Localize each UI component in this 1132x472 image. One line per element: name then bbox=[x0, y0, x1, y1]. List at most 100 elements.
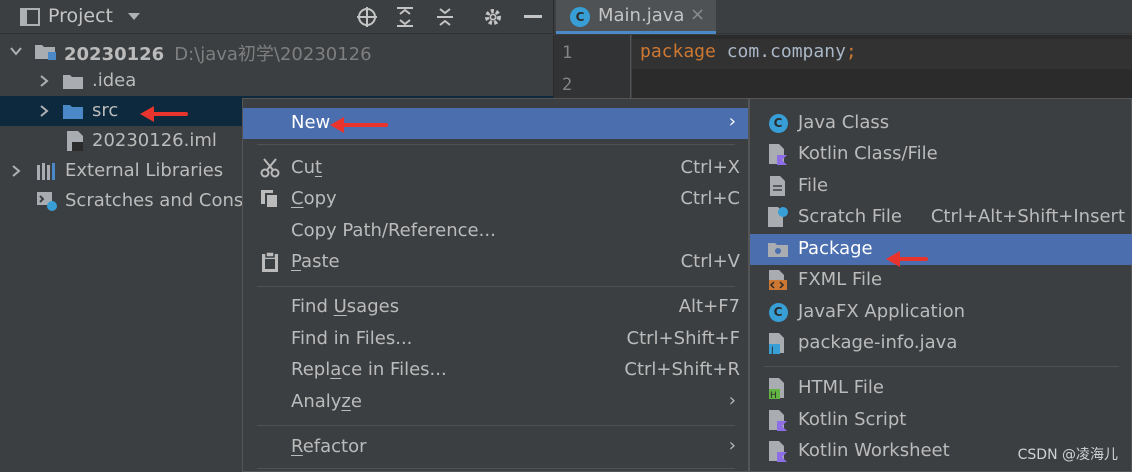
tab-main-java[interactable]: C Main.java × bbox=[556, 0, 716, 34]
kotlin-worksheet-icon bbox=[767, 440, 789, 462]
menu-label-rest: ce in Files... bbox=[341, 359, 447, 380]
menu-label: Find bbox=[291, 296, 334, 317]
chevron-right-icon[interactable] bbox=[36, 66, 52, 96]
menu-separator bbox=[257, 144, 735, 145]
menu-item-find-usages[interactable]: Find Usages Alt+F7 bbox=[243, 292, 748, 323]
menu-separator bbox=[257, 468, 735, 469]
chevron-right-icon[interactable] bbox=[8, 156, 24, 186]
package-name: com.company bbox=[715, 41, 846, 62]
gear-icon[interactable] bbox=[480, 4, 506, 30]
menu-item-refactor[interactable]: Refactor › bbox=[243, 432, 748, 463]
annotation-arrow bbox=[886, 251, 928, 267]
tree-item-label: 20230126.iml bbox=[92, 130, 217, 151]
menu-separator bbox=[257, 425, 735, 426]
java-class-glyph: C bbox=[768, 302, 788, 322]
source-folder-icon bbox=[62, 96, 84, 126]
menu-label: Analy bbox=[291, 391, 342, 412]
code-line[interactable]: package com.company; bbox=[640, 41, 857, 62]
scratch-file-icon bbox=[767, 206, 789, 228]
chevron-down-icon[interactable] bbox=[8, 36, 24, 66]
submenu-label: Kotlin Script bbox=[798, 409, 907, 430]
html-file-icon: H bbox=[767, 377, 789, 399]
menu-label: efactor bbox=[302, 436, 367, 457]
submenu-arrow-icon: › bbox=[728, 111, 736, 132]
menu-item-paste[interactable]: Paste Ctrl+V bbox=[243, 247, 748, 278]
mnemonic: U bbox=[333, 296, 347, 317]
collapse-all-icon[interactable] bbox=[432, 4, 458, 30]
submenu-arrow-icon: › bbox=[728, 390, 736, 411]
minimize-icon[interactable] bbox=[520, 4, 546, 30]
submenu-label: Java Class bbox=[798, 112, 890, 133]
menu-label: Repl bbox=[291, 359, 331, 380]
svg-text:H: H bbox=[770, 391, 777, 399]
submenu-label: HTML File bbox=[798, 377, 884, 398]
folder-icon bbox=[62, 66, 84, 96]
keyword-package: package bbox=[640, 41, 716, 62]
menu-separator bbox=[257, 286, 735, 287]
submenu-label: Kotlin Class/File bbox=[798, 143, 938, 164]
expand-all-icon[interactable] bbox=[392, 4, 418, 30]
submenu-item-package[interactable]: Package bbox=[750, 234, 1132, 265]
java-class-glyph: C bbox=[570, 7, 590, 27]
menu-label-rest: e bbox=[350, 391, 362, 412]
menu-item-copy[interactable]: Copy Ctrl+C bbox=[243, 184, 748, 215]
menu-label: Find in Files... bbox=[291, 328, 413, 349]
submenu-item-java-class[interactable]: C Java Class bbox=[750, 108, 1132, 139]
menu-separator bbox=[764, 366, 1119, 367]
mnemonic: a bbox=[330, 359, 342, 380]
submenu-arrow-icon: › bbox=[728, 435, 736, 456]
new-submenu: C Java Class Kotlin Class/File File Scra… bbox=[749, 98, 1132, 472]
mnemonic: P bbox=[291, 251, 302, 272]
tree-item-label: Scratches and Conso bbox=[65, 190, 255, 211]
project-view-icon[interactable] bbox=[18, 4, 42, 30]
tree-item-project-root[interactable]: 20230126 D:\java初学\20230126 bbox=[0, 36, 553, 66]
menu-item-copy-path[interactable]: Copy Path/Reference... bbox=[243, 216, 748, 247]
package-info-icon: J bbox=[767, 332, 789, 354]
tree-item-label: External Libraries bbox=[65, 160, 224, 181]
javafx-application-icon: C bbox=[767, 301, 789, 323]
menu-item-find-in-files[interactable]: Find in Files... Ctrl+Shift+F bbox=[243, 324, 748, 355]
menu-item-analyze[interactable]: Analyze › bbox=[243, 387, 748, 418]
submenu-label: FXML File bbox=[798, 269, 883, 290]
menu-label: Copy Path/Reference... bbox=[291, 220, 496, 241]
mnemonic: z bbox=[341, 391, 351, 412]
submenu-item-fxml-file[interactable]: FXML File bbox=[750, 265, 1132, 296]
submenu-item-javafx-application[interactable]: C JavaFX Application bbox=[750, 297, 1132, 328]
mnemonic: R bbox=[291, 436, 303, 457]
locate-target-icon[interactable] bbox=[354, 4, 380, 30]
editor-tab-bar: C Main.java × bbox=[553, 0, 1132, 34]
chevron-right-icon[interactable] bbox=[36, 96, 52, 126]
submenu-item-kotlin-script[interactable]: Kotlin Script bbox=[750, 405, 1132, 436]
tree-item-idea[interactable]: .idea bbox=[0, 66, 553, 96]
submenu-item-kotlin-class[interactable]: Kotlin Class/File bbox=[750, 139, 1132, 170]
submenu-item-file[interactable]: File bbox=[750, 171, 1132, 202]
menu-item-cut[interactable]: Cut Ctrl+X bbox=[243, 153, 748, 184]
java-class-glyph: C bbox=[768, 113, 788, 133]
menu-item-new[interactable]: New › bbox=[243, 108, 748, 139]
shortcut: Alt+F7 bbox=[678, 296, 740, 317]
context-menu: New › Cut Ctrl+X Copy Ctrl+C Copy Path/R… bbox=[242, 98, 749, 472]
shortcut: Ctrl+C bbox=[680, 188, 740, 209]
submenu-item-html-file[interactable]: H HTML File bbox=[750, 373, 1132, 404]
submenu-item-scratch-file[interactable]: Scratch File Ctrl+Alt+Shift+Insert bbox=[750, 202, 1132, 233]
submenu-label: Scratch File bbox=[798, 206, 902, 227]
package-icon bbox=[767, 238, 789, 260]
shortcut: Ctrl+Alt+Shift+Insert bbox=[930, 206, 1125, 227]
tool-window-title[interactable]: Project bbox=[48, 5, 113, 27]
semicolon: ; bbox=[845, 41, 857, 62]
submenu-label: File bbox=[798, 175, 829, 196]
arrow-shaft bbox=[340, 123, 388, 127]
submenu-label: JavaFX Application bbox=[798, 301, 966, 322]
chevron-down-icon[interactable] bbox=[124, 4, 144, 30]
scissors-icon bbox=[259, 157, 281, 179]
close-icon[interactable]: × bbox=[690, 4, 705, 25]
menu-label: New bbox=[291, 112, 331, 133]
scratches-icon bbox=[36, 186, 58, 216]
menu-label: opy bbox=[303, 188, 337, 209]
copy-icon bbox=[259, 188, 281, 210]
submenu-item-package-info[interactable]: J package-info.java bbox=[750, 328, 1132, 359]
submenu-label: package-info.java bbox=[798, 332, 958, 353]
menu-item-replace-in-files[interactable]: Replace in Files... Ctrl+Shift+R bbox=[243, 355, 748, 386]
tree-item-label: src bbox=[92, 100, 119, 121]
shortcut: Ctrl+Shift+F bbox=[626, 328, 740, 349]
